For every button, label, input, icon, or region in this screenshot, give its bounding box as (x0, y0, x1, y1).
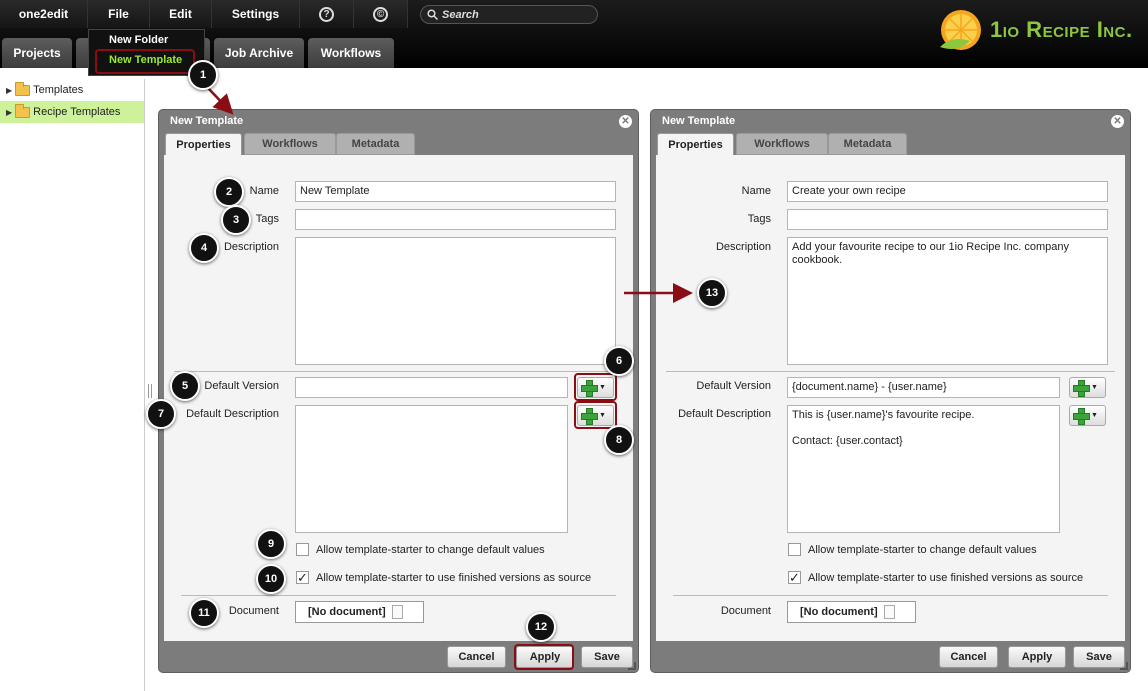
step-badge-11: 11 (189, 598, 219, 628)
step-badge-13: 13 (697, 278, 727, 308)
step-badge-7: 7 (146, 399, 176, 429)
step-badge-2: 2 (214, 177, 244, 207)
arrow-to-dialog (207, 87, 234, 115)
annotation-arrows (207, 87, 693, 303)
step-badge-4: 4 (189, 233, 219, 263)
step-badge-6: 6 (604, 346, 634, 376)
step-badge-8: 8 (604, 425, 634, 455)
step-badge-9: 9 (256, 529, 286, 559)
step-badge-3: 3 (221, 205, 251, 235)
step-badge-12: 12 (526, 612, 556, 642)
step-badge-5: 5 (170, 371, 200, 401)
step-badge-1: 1 (188, 60, 218, 90)
step-badge-10: 10 (256, 564, 286, 594)
